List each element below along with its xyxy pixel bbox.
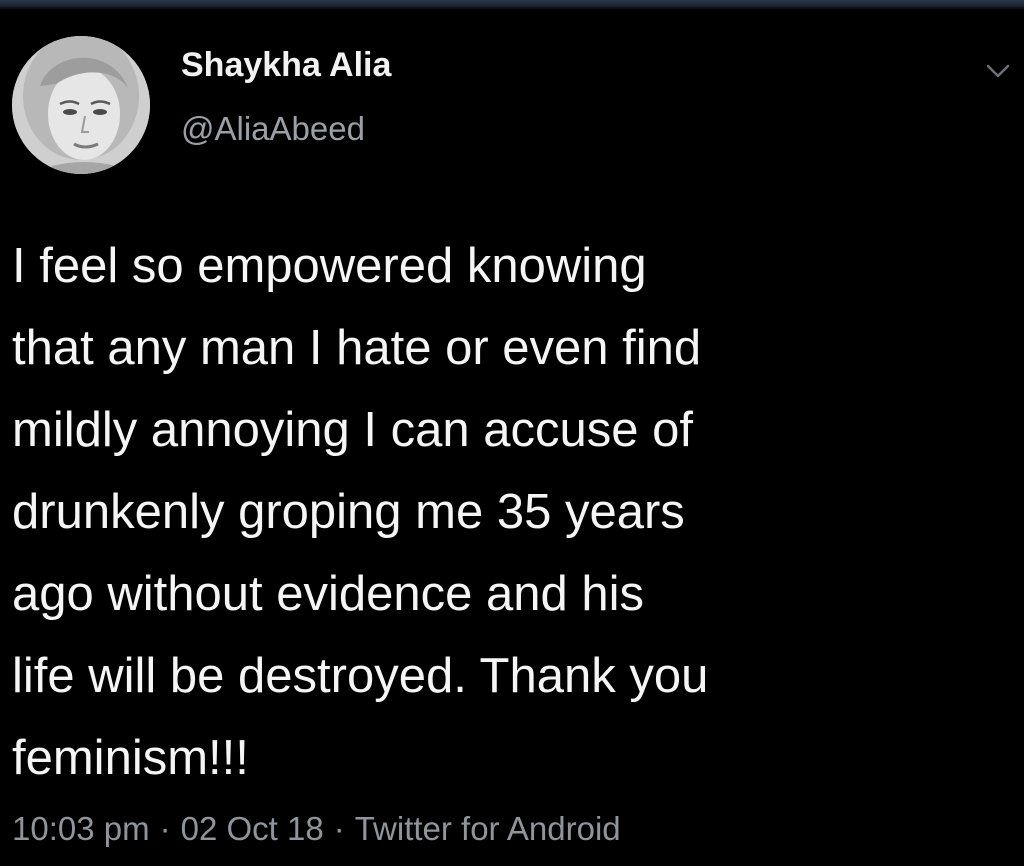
author-handle[interactable]: @AliaAbeed — [181, 110, 365, 148]
meta-separator: · — [159, 810, 171, 847]
tweet-text-line: feminism!!! — [12, 731, 249, 785]
tweet-text-line: ago without evidence and his — [12, 567, 644, 621]
tweet-text-line: I feel so empowered knowing — [12, 239, 647, 293]
meta-separator: · — [333, 810, 345, 847]
tweet-text-line: life will be destroyed. Thank you — [12, 649, 709, 703]
chevron-down-icon[interactable] — [985, 62, 1011, 80]
top-strip — [0, 0, 1024, 10]
profile-photo-icon — [12, 36, 150, 174]
tweet-source[interactable]: Twitter for Android — [355, 810, 621, 847]
author-display-name[interactable]: Shaykha Alia — [181, 46, 391, 85]
tweet-text-line: drunkenly groping me 35 years — [12, 485, 685, 539]
tweet-text: I feel so empowered knowing that any man… — [12, 225, 1012, 799]
tweet-date[interactable]: 02 Oct 18 — [181, 810, 324, 847]
tweet-card: Shaykha Alia @AliaAbeed I feel so empowe… — [0, 10, 1024, 866]
tweet-text-line: that any man I hate or even find — [12, 321, 702, 375]
avatar[interactable] — [12, 36, 150, 174]
tweet-meta: 10:03 pm · 02 Oct 18 · Twitter for Android — [12, 810, 621, 848]
tweet-text-line: mildly annoying I can accuse of — [12, 403, 693, 457]
tweet-time[interactable]: 10:03 pm — [12, 810, 150, 847]
